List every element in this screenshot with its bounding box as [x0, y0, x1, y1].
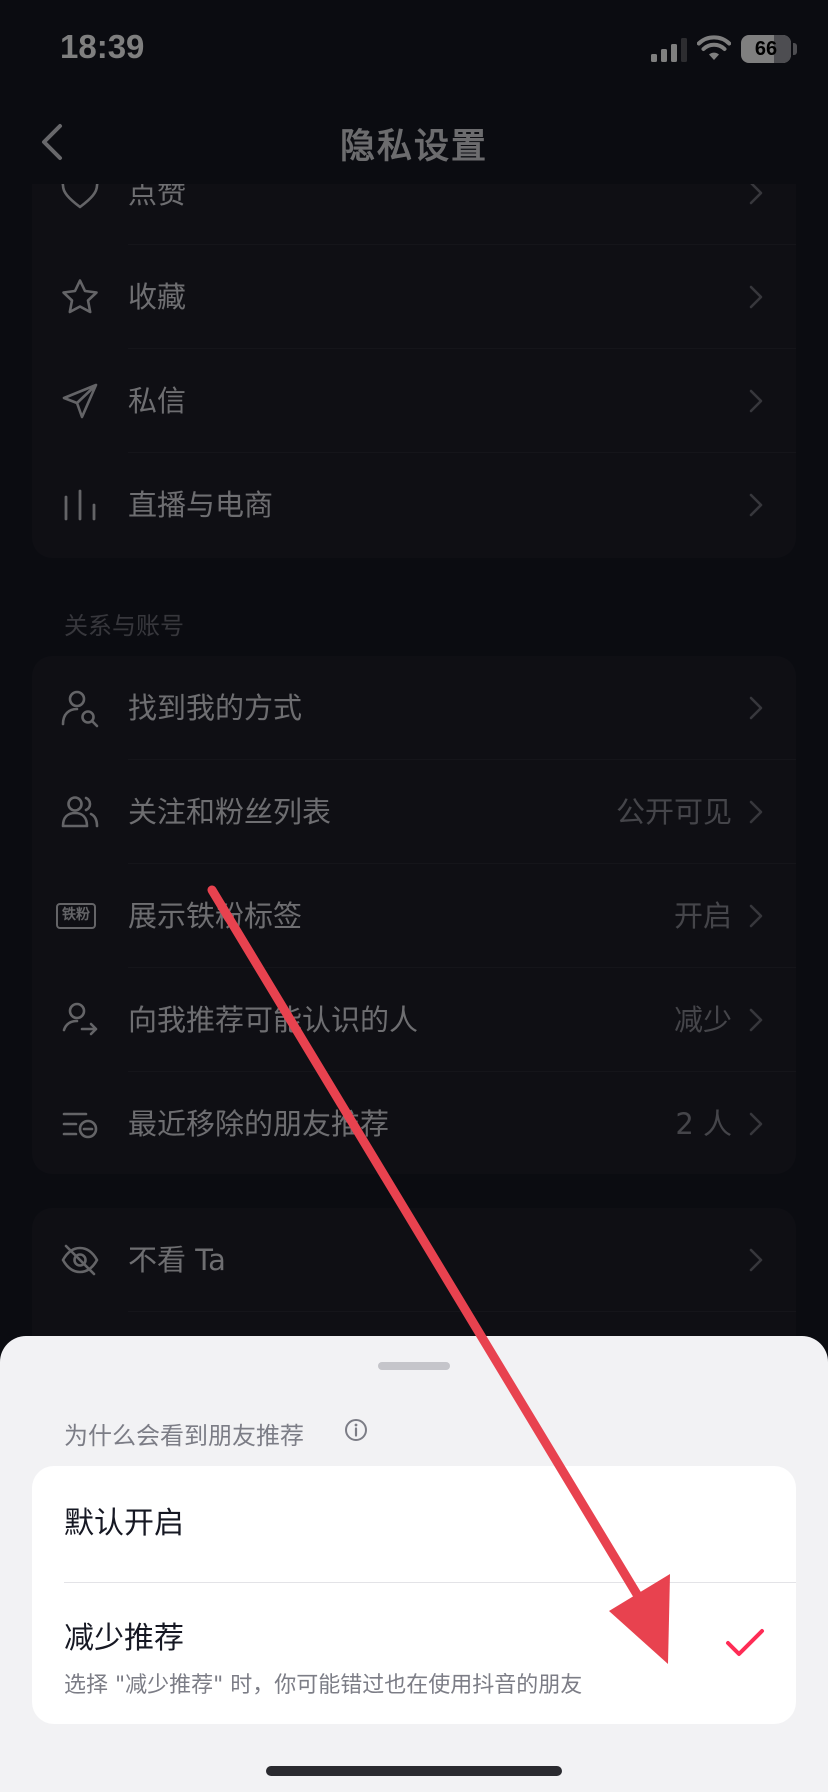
chevron-right-icon [749, 1008, 763, 1032]
settings-row-label: 直播与电商 [128, 488, 274, 522]
users-icon [61, 796, 99, 828]
chevron-right-icon [749, 696, 763, 720]
section-title-relations: 关系与账号 [64, 612, 184, 640]
settings-row-recommend-people[interactable]: 向我推荐可能认识的人 减少 [32, 968, 796, 1072]
settings-card-interactions: 点赞 收藏 私信 直播与电商 [32, 140, 796, 558]
settings-row-value: 公开可见 [615, 795, 732, 829]
home-indicator [266, 1766, 562, 1776]
settings-row-label: 找到我的方式 [128, 691, 303, 725]
info-icon[interactable] [344, 1418, 368, 1442]
settings-row-value: 2 人 [675, 1107, 732, 1141]
settings-row-favorites[interactable]: 收藏 [32, 245, 796, 349]
chevron-right-icon [749, 389, 763, 413]
option-reduce[interactable]: 减少推荐 选择 "减少推荐" 时，你可能错过也在使用抖音的朋友 [32, 1583, 796, 1724]
settings-row-find-me[interactable]: 找到我的方式 [32, 656, 796, 760]
chevron-right-icon [749, 904, 763, 928]
settings-row-hide-ta[interactable]: 不看 Ta [32, 1208, 796, 1312]
checkmark-icon [726, 1629, 764, 1656]
user-recommend-icon [62, 1002, 98, 1036]
cellular-signal-icon [651, 38, 687, 62]
chevron-right-icon [749, 800, 763, 824]
option-description: 选择 "减少推荐" 时，你可能错过也在使用抖音的朋友 [64, 1673, 583, 1698]
option-list: 默认开启 减少推荐 选择 "减少推荐" 时，你可能错过也在使用抖音的朋友 [32, 1466, 796, 1724]
sheet-grab-handle[interactable] [378, 1362, 450, 1370]
eye-off-icon [61, 1244, 99, 1276]
status-time: 18:39 [60, 28, 145, 65]
send-icon [62, 383, 98, 419]
chevron-right-icon [749, 1248, 763, 1272]
settings-row-removed-recommend[interactable]: 最近移除的朋友推荐 2 人 [32, 1072, 796, 1174]
battery-level: 66 [754, 38, 778, 60]
settings-row-label: 私信 [128, 384, 187, 418]
page-title: 隐私设置 [339, 127, 488, 167]
settings-row-label: 收藏 [128, 280, 187, 314]
settings-row-messages[interactable]: 私信 [32, 349, 796, 453]
bottom-sheet: 为什么会看到朋友推荐 默认开启 减少推荐 选择 "减少推荐" 时，你可能错过也在… [0, 1336, 828, 1792]
settings-row-follow-list[interactable]: 关注和粉丝列表 公开可见 [32, 760, 796, 864]
list-removed-icon [62, 1112, 98, 1139]
settings-row-label: 关注和粉丝列表 [128, 795, 332, 829]
option-label: 默认开启 [64, 1506, 184, 1541]
settings-card-relations: 找到我的方式 关注和粉丝列表 公开可见 铁粉 展示铁粉标签 开启 向我推荐可能认… [32, 656, 796, 1174]
status-bar: 18:39 66 [0, 0, 828, 100]
sheet-header: 为什么会看到朋友推荐 [64, 1422, 304, 1450]
settings-row-value: 减少 [673, 1003, 732, 1037]
settings-row-label: 向我推荐可能认识的人 [128, 1003, 419, 1037]
star-icon [62, 279, 98, 314]
settings-row-label: 展示铁粉标签 [128, 899, 303, 933]
settings-row-value: 开启 [673, 899, 732, 933]
chevron-right-icon [749, 285, 763, 309]
option-label: 减少推荐 [64, 1621, 184, 1656]
settings-row-label: 不看 Ta [128, 1243, 226, 1277]
battery-icon: 66 [741, 35, 791, 63]
fan-badge-icon: 铁粉 [56, 903, 96, 929]
user-search-icon [61, 690, 99, 728]
chevron-right-icon [749, 1112, 763, 1136]
wifi-icon [697, 35, 731, 60]
nav-bar: 隐私设置 [0, 100, 828, 184]
bar-chart-icon [64, 489, 96, 521]
settings-row-label: 最近移除的朋友推荐 [128, 1107, 390, 1141]
chevron-right-icon [749, 493, 763, 517]
option-default-on[interactable]: 默认开启 [32, 1466, 796, 1582]
settings-row-live-commerce[interactable]: 直播与电商 [32, 453, 796, 557]
settings-row-fan-badge[interactable]: 铁粉 展示铁粉标签 开启 [32, 864, 796, 968]
